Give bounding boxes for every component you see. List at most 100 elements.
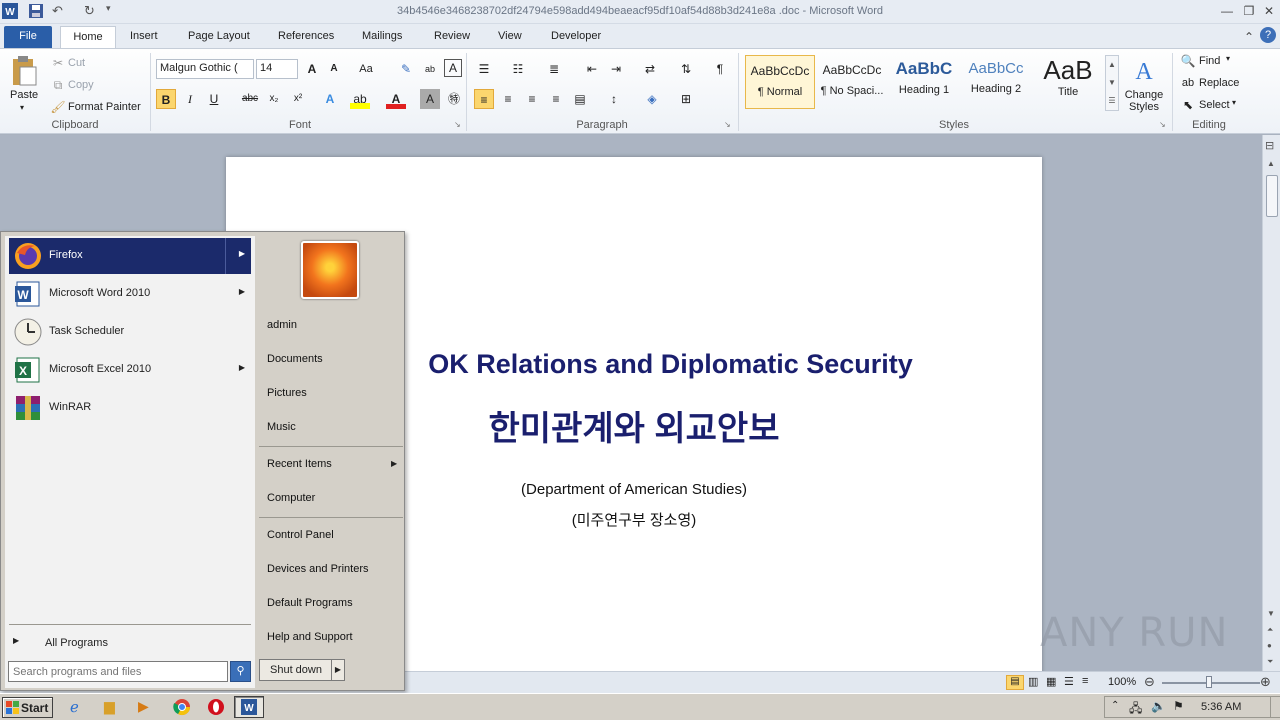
tab-developer[interactable]: Developer [543, 26, 609, 48]
next-page-icon[interactable]: ⏷ [1267, 657, 1273, 667]
decrease-indent-icon[interactable]: ⇤ [582, 59, 602, 79]
font-size-combo[interactable]: 14 [256, 59, 298, 79]
scroll-thumb[interactable] [1266, 175, 1278, 217]
change-styles-button[interactable]: Change Styles [1124, 89, 1164, 113]
search-programs-input[interactable] [8, 661, 228, 682]
ie-icon[interactable]: ℯ [70, 698, 90, 716]
tab-mailings[interactable]: Mailings [354, 26, 410, 48]
style-normal[interactable]: AaBbCcDc ¶ Normal [745, 55, 815, 109]
start-item-default-programs[interactable]: Default Programs [267, 597, 353, 609]
numbering-icon[interactable]: ☷ [508, 59, 528, 79]
zoom-in-icon[interactable]: ⊕ [1260, 674, 1271, 690]
tab-view[interactable]: View [490, 26, 530, 48]
character-shading-icon[interactable]: A [420, 89, 440, 109]
scroll-down-icon[interactable]: ▼ [1267, 609, 1275, 618]
format-painter-button[interactable]: Format Painter [68, 101, 141, 113]
show-hidden-icons-icon[interactable]: ⌃ [1111, 700, 1119, 711]
increase-indent-icon[interactable]: ⇥ [606, 59, 626, 79]
search-icon[interactable]: ⚲ [230, 661, 251, 682]
shutdown-options-icon[interactable]: ▶ [331, 659, 345, 681]
justify-icon[interactable]: ≡ [546, 89, 566, 109]
previous-page-icon[interactable]: ⏶ [1267, 625, 1273, 635]
bullets-icon[interactable]: ☰ [474, 59, 494, 79]
start-item-pictures[interactable]: Pictures [267, 387, 307, 399]
action-center-flag-icon[interactable]: ⚑ [1173, 699, 1184, 713]
cut-button[interactable]: Cut [68, 57, 85, 69]
change-case-icon[interactable]: Aa [356, 59, 376, 79]
paste-dropdown-icon[interactable]: ▾ [20, 103, 24, 112]
line-spacing-icon[interactable]: ↕ [604, 89, 624, 109]
bold-button[interactable]: B [156, 89, 176, 109]
select-dropdown-icon[interactable]: ▾ [1232, 98, 1236, 107]
grow-font-icon[interactable]: A [302, 59, 322, 79]
styles-dialog-launcher-icon[interactable]: ↘ [1159, 120, 1166, 129]
ruler-toggle-icon[interactable]: ⊟ [1265, 139, 1274, 152]
start-item-help-support[interactable]: Help and Support [267, 631, 353, 643]
replace-button[interactable]: Replace [1199, 77, 1239, 89]
distributed-icon[interactable]: ▤ [570, 89, 590, 109]
zoom-level[interactable]: 100% [1108, 676, 1136, 688]
multilevel-list-icon[interactable]: ≣ [544, 59, 564, 79]
close-icon[interactable]: ✕ [1260, 2, 1278, 20]
align-center-icon[interactable]: ≡ [498, 89, 518, 109]
explorer-icon[interactable]: ▆ [104, 698, 124, 716]
find-button[interactable]: Find [1199, 55, 1220, 67]
character-border-icon[interactable]: A [444, 59, 462, 77]
full-screen-reading-icon[interactable]: ▥ [1028, 675, 1038, 688]
paste-button[interactable]: Paste [10, 89, 38, 101]
font-name-combo[interactable]: Malgun Gothic ( [156, 59, 254, 79]
minimize-ribbon-icon[interactable]: ⌃ [1240, 28, 1258, 46]
font-color-icon[interactable]: A [386, 89, 406, 109]
clock[interactable]: 5:36 AM [1201, 701, 1241, 713]
select-button[interactable]: Select [1199, 99, 1230, 111]
underline-button[interactable]: U [204, 89, 224, 109]
shrink-font-icon[interactable]: A [324, 59, 344, 79]
tab-page-layout[interactable]: Page Layout [180, 26, 258, 48]
tab-insert[interactable]: Insert [122, 26, 166, 48]
program-microsoft-word[interactable]: W Microsoft Word 2010 ▶ [9, 276, 251, 312]
shading-icon[interactable]: ◈ [642, 89, 662, 109]
shutdown-button[interactable]: Shut down [259, 659, 333, 681]
web-layout-icon[interactable]: ▦ [1046, 675, 1056, 688]
start-item-recent-items[interactable]: Recent Items [267, 458, 332, 470]
network-icon[interactable]: 🖧 [1129, 699, 1142, 720]
program-microsoft-excel[interactable]: X Microsoft Excel 2010 ▶ [9, 352, 251, 388]
superscript-icon[interactable]: x² [288, 89, 308, 109]
volume-icon[interactable]: 🔈 [1151, 699, 1166, 713]
program-winrar[interactable]: WinRAR [9, 390, 251, 426]
tab-references[interactable]: References [270, 26, 342, 48]
paragraph-dialog-launcher-icon[interactable]: ↘ [724, 120, 731, 129]
start-button[interactable]: Start [2, 697, 53, 718]
user-avatar[interactable] [301, 241, 359, 299]
style-title[interactable]: AaB Title [1033, 55, 1103, 109]
browse-object-icon[interactable]: ● [1267, 641, 1272, 650]
find-dropdown-icon[interactable]: ▾ [1226, 54, 1230, 63]
borders-icon[interactable]: ⊞ [676, 89, 696, 109]
font-dialog-launcher-icon[interactable]: ↘ [454, 120, 461, 129]
zoom-slider-thumb[interactable] [1206, 676, 1212, 688]
start-item-admin[interactable]: admin [267, 319, 297, 331]
help-icon[interactable]: ? [1260, 27, 1276, 43]
program-firefox[interactable]: Firefox ▶ [9, 238, 251, 274]
draft-icon[interactable]: ≡ [1082, 675, 1088, 687]
zoom-out-icon[interactable]: ⊖ [1144, 674, 1155, 690]
subscript-icon[interactable]: x₂ [264, 89, 284, 109]
copy-button[interactable]: Copy [68, 79, 94, 91]
align-left-icon[interactable]: ≡ [474, 89, 494, 109]
show-desktop-button[interactable] [1270, 697, 1280, 717]
vertical-scrollbar[interactable]: ⊟ ▲ ▼ ⏶ ● ⏷ [1262, 135, 1280, 671]
enclose-characters-icon[interactable]: ㊕ [444, 89, 464, 109]
style-heading-2[interactable]: AaBbCc Heading 2 [961, 55, 1031, 109]
start-item-documents[interactable]: Documents [267, 353, 323, 365]
text-direction-icon[interactable]: ⇄ [640, 59, 660, 79]
print-layout-icon[interactable]: ▤ [1006, 675, 1024, 690]
start-item-music[interactable]: Music [267, 421, 296, 433]
media-player-icon[interactable]: ▶ [138, 698, 158, 716]
styles-gallery-scroll[interactable]: ▲ ▼ ☰ [1105, 55, 1119, 111]
program-task-scheduler[interactable]: Task Scheduler [9, 314, 251, 350]
start-item-control-panel[interactable]: Control Panel [267, 529, 334, 541]
highlight-icon[interactable]: ab [350, 89, 370, 109]
all-programs-button[interactable]: All Programs [45, 637, 108, 649]
restore-icon[interactable]: ❐ [1240, 2, 1258, 20]
chrome-icon[interactable] [172, 698, 192, 716]
